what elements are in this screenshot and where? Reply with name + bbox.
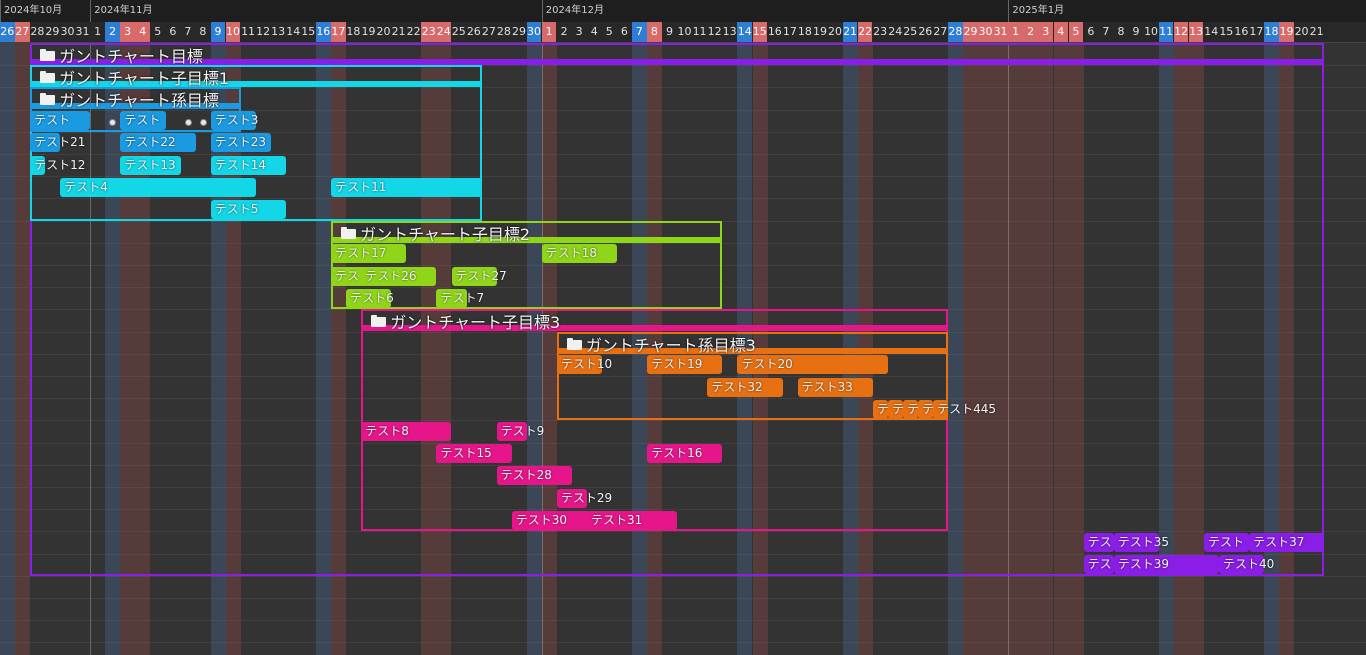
task-label: テスト [34,113,71,128]
task-bar[interactable]: テスト29 [556,488,612,508]
task-bar[interactable]: テ [918,399,934,419]
task-bar[interactable]: テスト37 [1249,532,1325,552]
task-bar[interactable]: テスト20 [737,355,888,375]
task-bar[interactable]: テスト7 [436,288,484,308]
task-bar[interactable]: テスト21 [30,133,85,153]
task-label: テスト7 [440,290,485,305]
task-label: テスト20 [741,357,793,372]
task-bar[interactable]: テスト15 [436,444,512,464]
task-label: テスト10 [560,357,613,372]
task-bar[interactable]: テスト32 [707,377,783,397]
task-bar[interactable]: テスト39 [1113,555,1220,575]
task-label: テスト13 [124,157,176,172]
task-label: テスト27 [455,268,507,283]
task-bar[interactable]: テスト11 [331,177,482,197]
task-label: テスト3 [214,113,259,128]
task-label: テスト5 [214,201,259,216]
task-bar[interactable]: テスト28 [496,466,572,486]
gantt-chart: 2024年10月 2024年11月 2024年12月 2025年1月 26 27 28 29… [0,0,1366,655]
task-label: テスト23 [214,135,266,150]
task-bar[interactable]: テスト16 [647,444,723,464]
task-label: テスト39 [1117,557,1169,572]
task-bar[interactable]: テスト19 [647,355,723,375]
task-bar[interactable]: テスト27 [451,266,507,286]
task-bar[interactable]: テスト17 [331,244,407,264]
task-bars: テスト テスト テスト3 テスト21 テスト22 テスト23 テスト12 テスト13 テスト14… [0,0,1366,655]
task-label: テスト14 [214,157,266,172]
task-bar[interactable]: テスト33 [797,377,873,397]
task-bar[interactable]: テ [887,399,904,419]
task-bar[interactable]: テスト [120,111,166,131]
milestone-marker[interactable] [109,118,117,126]
task-bar[interactable]: テスト23 [210,133,271,153]
task-bar[interactable]: テス [1083,532,1114,552]
task-bar[interactable]: テスト31 [586,510,678,530]
task-label: テスト33 [801,379,853,394]
task-label: テスト16 [651,446,703,461]
task-bar[interactable]: テスト9 [496,421,544,441]
task-bar[interactable]: テ [903,399,919,419]
task-label: テスト32 [711,379,763,394]
task-bar[interactable]: テスト3 [210,111,259,131]
task-label: テスト9 [500,423,545,438]
task-label: テスト19 [651,357,703,372]
task-label: テスト26 [365,268,417,283]
task-label: テスト31 [590,512,643,527]
task-bar[interactable]: テスト18 [541,244,618,264]
task-bar[interactable]: テスト12 [30,155,85,175]
task-label: テスト15 [440,446,492,461]
task-label: テスト28 [500,468,552,483]
task-bar[interactable]: テスト445 [933,399,996,419]
task-bar[interactable]: テスト26 [361,266,437,286]
task-bar[interactable]: テスト5 [210,199,286,219]
task-label: テスト22 [124,135,176,150]
task-bar[interactable]: テスト13 [120,155,181,175]
task-bar[interactable]: テスト4 [60,177,256,197]
task-label: テス [1087,534,1112,549]
task-label: テスト6 [350,290,394,305]
task-label: テスト40 [1223,557,1275,572]
task-label: テスト21 [34,135,86,150]
task-bar[interactable]: テスト35 [1113,532,1169,552]
task-label: テスト11 [335,179,387,194]
task-bar[interactable]: テスト8 [361,421,452,441]
task-label: テスト35 [1117,534,1169,549]
task-bar[interactable]: テスト [30,111,91,131]
task-label: テスト18 [545,246,598,261]
task-label: テスト [1208,534,1245,549]
task-bar[interactable]: テスト10 [556,355,612,375]
milestone-marker[interactable] [199,118,207,126]
task-label: テスト4 [64,179,108,194]
task-bar[interactable]: テスト [1204,532,1250,552]
task-label: テスト12 [34,157,86,172]
task-label: テスト8 [365,423,409,438]
task-bar[interactable]: テスト14 [210,155,286,175]
milestone-marker[interactable] [184,118,192,126]
task-bar[interactable]: テスト6 [346,288,394,308]
task-label: テスト445 [937,401,996,416]
task-bar[interactable]: テスト22 [120,133,196,153]
task-bar[interactable]: テスト [1083,555,1124,575]
task-label: テスト30 [515,512,567,527]
task-bar[interactable]: テスト40 [1219,555,1274,575]
task-label: テスト29 [560,490,613,505]
task-label: テスト37 [1253,534,1305,549]
task-label: テスト17 [335,246,387,261]
task-label: テスト [124,113,161,128]
task-bar[interactable]: テ [872,399,889,419]
